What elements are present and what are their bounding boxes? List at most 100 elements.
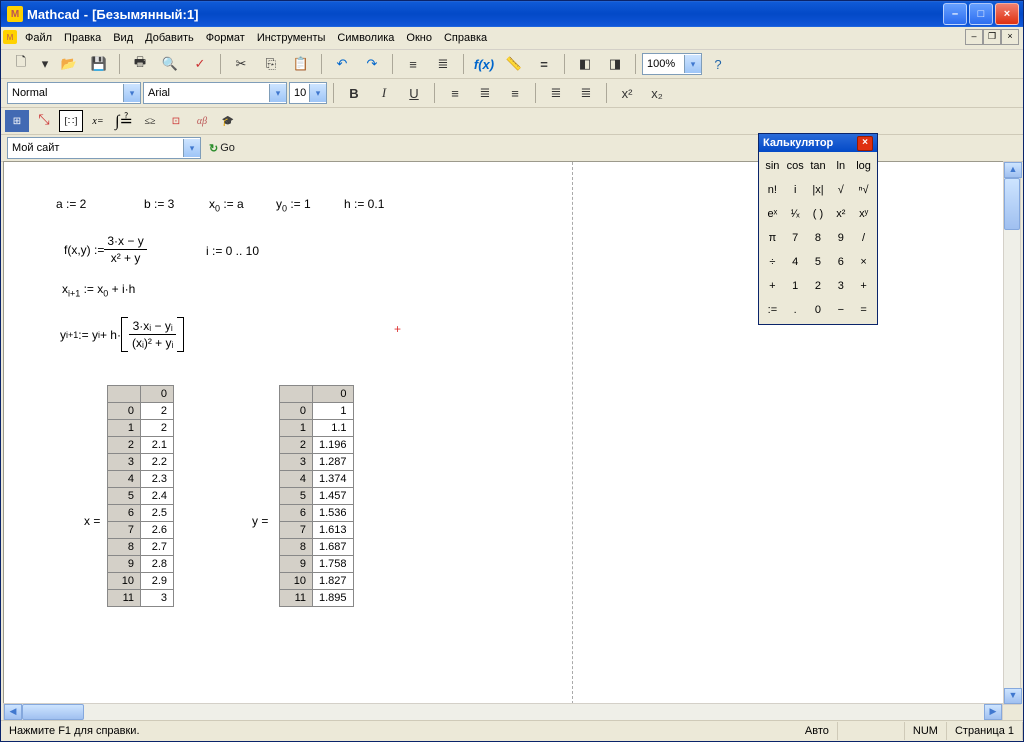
style-combo[interactable]: Normal▾ [7, 82, 141, 104]
def-f[interactable]: f(x,y) := 3·x − yx² + y [64, 234, 147, 265]
calc-key[interactable]: log [852, 154, 875, 178]
menu-tools[interactable]: Инструменты [251, 30, 332, 46]
redo-button[interactable]: ↷ [358, 52, 386, 76]
graph-palette-button[interactable]: ⤡ [33, 111, 55, 131]
undo-button[interactable]: ↶ [328, 52, 356, 76]
mdi-close[interactable]: × [1001, 29, 1019, 45]
greek-palette-button[interactable]: αβ [191, 111, 213, 131]
calc-key[interactable]: 5 [807, 250, 830, 274]
menu-help[interactable]: Справка [438, 30, 493, 46]
calc-key[interactable]: 4 [784, 250, 807, 274]
bullets-button[interactable]: ≣ [542, 81, 570, 105]
scroll-down-button[interactable]: ▼ [1004, 688, 1022, 704]
doc-icon[interactable]: M [3, 30, 17, 44]
calc-key[interactable]: √ [829, 178, 852, 202]
def-y0[interactable]: y0 := 1 [276, 197, 311, 213]
calculator-close-button[interactable]: × [857, 136, 873, 151]
calc-key[interactable]: + [852, 274, 875, 298]
site-combo[interactable]: Мой сайт▾ [7, 137, 201, 159]
def-xrec[interactable]: xi+1 := x0 + i·h [62, 282, 135, 298]
calculus-palette-button[interactable]: ∫≟ [113, 111, 135, 131]
subscript-button[interactable]: x₂ [643, 81, 671, 105]
help-button[interactable]: ? [704, 52, 732, 76]
vscroll-thumb[interactable] [1004, 178, 1020, 230]
menu-edit[interactable]: Правка [58, 30, 107, 46]
menu-format[interactable]: Формат [200, 30, 251, 46]
horizontal-scrollbar[interactable]: ◀ ▶ [3, 703, 1003, 721]
calc-key[interactable]: ¹∕ₓ [784, 202, 807, 226]
go-button[interactable]: ↻Go [209, 142, 235, 155]
calc-key[interactable]: ln [829, 154, 852, 178]
matrix-palette-button[interactable]: [∷] [59, 110, 83, 132]
calc-key[interactable]: ÷ [761, 250, 784, 274]
align2-button[interactable]: ≣ [429, 52, 457, 76]
maximize-button[interactable]: □ [969, 3, 993, 25]
menu-file[interactable]: Файл [19, 30, 58, 46]
calc-key[interactable]: eˣ [761, 202, 784, 226]
calc-key[interactable]: n! [761, 178, 784, 202]
calc-key[interactable]: − [829, 298, 852, 322]
calc-key[interactable]: 1 [784, 274, 807, 298]
cut-button[interactable]: ✂ [227, 52, 255, 76]
calc-key[interactable]: . [784, 298, 807, 322]
new-button[interactable]: 🗋 [7, 52, 35, 76]
calc-key[interactable]: ⁿ√ [852, 178, 875, 202]
calc-key[interactable]: + [761, 274, 784, 298]
calc-key[interactable]: x² [829, 202, 852, 226]
calculator-titlebar[interactable]: Калькулятор × [759, 134, 877, 152]
align-left-button[interactable]: ≡ [441, 81, 469, 105]
menu-window[interactable]: Окно [400, 30, 438, 46]
calc-key[interactable]: xʸ [852, 202, 875, 226]
calc-key[interactable]: π [761, 226, 784, 250]
mdi-min[interactable]: – [965, 29, 983, 45]
calc-key[interactable]: := [761, 298, 784, 322]
size-combo[interactable]: 10▾ [289, 82, 327, 104]
calc-key[interactable]: × [852, 250, 875, 274]
calc-palette-button[interactable]: ⊞ [5, 110, 29, 132]
calc-key[interactable]: sin [761, 154, 784, 178]
calc-key[interactable]: 9 [829, 226, 852, 250]
def-a[interactable]: a := 2 [56, 197, 86, 211]
preview-button[interactable]: 🔍 [156, 52, 184, 76]
font-combo[interactable]: Arial▾ [143, 82, 287, 104]
symbolic-palette-button[interactable]: 🎓 [217, 111, 239, 131]
scroll-left-button[interactable]: ◀ [4, 704, 22, 720]
mdi-restore[interactable]: ❐ [983, 29, 1001, 45]
bold-button[interactable]: B [340, 81, 368, 105]
func-button[interactable]: f(x) [470, 52, 498, 76]
prog-palette-button[interactable]: ⊡ [165, 111, 187, 131]
comp-button[interactable]: ◧ [571, 52, 599, 76]
def-h[interactable]: h := 0.1 [344, 197, 384, 211]
open-button[interactable]: 📂 [55, 52, 83, 76]
minimize-button[interactable]: – [943, 3, 967, 25]
menu-view[interactable]: Вид [107, 30, 139, 46]
align-center-button[interactable]: ≣ [471, 81, 499, 105]
calc-key[interactable]: cos [784, 154, 807, 178]
paste-button[interactable]: 📋 [287, 52, 315, 76]
italic-button[interactable]: I [370, 81, 398, 105]
calc-key[interactable]: |x| [807, 178, 830, 202]
calc-key[interactable]: 8 [807, 226, 830, 250]
calc-key[interactable]: tan [807, 154, 830, 178]
copy-button[interactable]: ⎘ [257, 52, 285, 76]
calc-key[interactable]: 7 [784, 226, 807, 250]
eval-palette-button[interactable]: x= [87, 111, 109, 131]
align-button[interactable]: ≡ [399, 52, 427, 76]
boolean-palette-button[interactable]: ≤≥ [139, 111, 161, 131]
save-button[interactable]: 💾 [85, 52, 113, 76]
scroll-right-button[interactable]: ▶ [984, 704, 1002, 720]
x-result-table[interactable]: 0021222.132.242.352.462.572.682.792.8102… [107, 385, 174, 607]
numbering-button[interactable]: ≣ [572, 81, 600, 105]
calculator-palette[interactable]: Калькулятор × sincostanlnlogn!i|x|√ⁿ√eˣ¹… [758, 133, 878, 325]
comp2-button[interactable]: ◨ [601, 52, 629, 76]
def-yrec[interactable]: yi+1 := yi + h· 3·xᵢ − yᵢ(xᵢ)² + yᵢ [60, 317, 184, 352]
hscroll-thumb[interactable] [22, 704, 84, 720]
align-right-button[interactable]: ≡ [501, 81, 529, 105]
unit-button[interactable]: 📏 [500, 52, 528, 76]
vertical-scrollbar[interactable]: ▲ ▼ [1003, 161, 1021, 705]
calc-key[interactable]: = [852, 298, 875, 322]
superscript-button[interactable]: x² [613, 81, 641, 105]
new-dd[interactable]: ▾ [37, 52, 53, 76]
calc-key[interactable]: 6 [829, 250, 852, 274]
calc-key[interactable]: ( ) [807, 202, 830, 226]
